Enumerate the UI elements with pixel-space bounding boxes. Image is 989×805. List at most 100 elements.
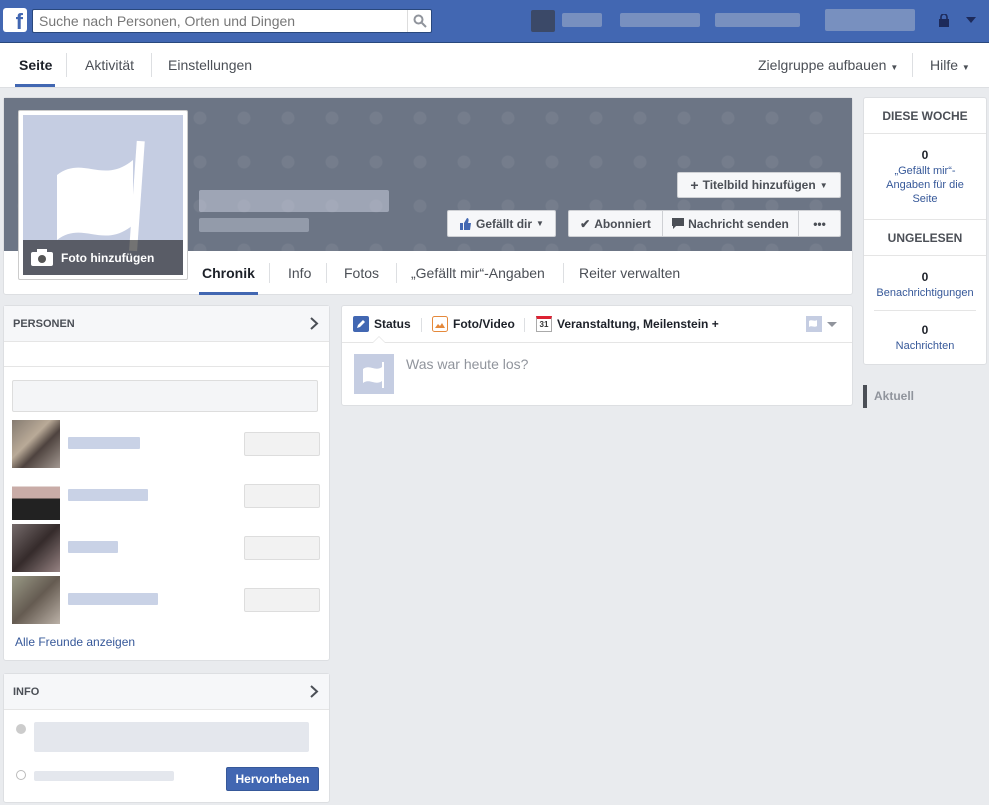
tab-gefaellt-mir[interactable]: „Gefällt mir“-Angaben — [411, 251, 545, 295]
friend-avatar-blurred[interactable] — [12, 576, 60, 624]
home-link-blurred[interactable] — [620, 13, 700, 27]
highlight-button[interactable]: Hervorheben — [226, 767, 319, 791]
search-icon — [413, 14, 427, 28]
account-menu-caret-icon[interactable] — [966, 17, 976, 23]
user-avatar-blurred[interactable] — [531, 10, 555, 32]
more-options-button[interactable]: ••• — [798, 210, 841, 237]
page-flag-icon — [806, 316, 822, 332]
notifications-label[interactable]: Benachrichtigungen — [864, 286, 986, 300]
see-all-friends-link[interactable]: Alle Freunde anzeigen — [15, 635, 135, 649]
friend-name-blurred[interactable] — [68, 541, 118, 553]
current-link[interactable]: Aktuell — [874, 389, 914, 403]
tab-divider — [524, 318, 525, 332]
nav-divider — [151, 53, 152, 77]
invite-button-blurred[interactable] — [244, 588, 320, 612]
privacy-lock-icon[interactable] — [938, 13, 952, 27]
invite-button-blurred[interactable] — [244, 484, 320, 508]
likes-label[interactable]: „Gefällt mir“-Angaben für die Seite — [864, 164, 986, 206]
invite-button-blurred[interactable] — [244, 536, 320, 560]
dropdown-caret-icon: ▼ — [819, 180, 828, 190]
tab-divider — [326, 263, 327, 283]
event-label: Veranstaltung, Meilenstein + — [557, 317, 719, 331]
invite-button-blurred[interactable] — [244, 432, 320, 456]
tab-divider — [396, 263, 397, 283]
status-tab-label: Status — [374, 317, 411, 331]
dropdown-caret-icon: ▼ — [890, 63, 899, 72]
friend-name-blurred[interactable] — [68, 489, 148, 501]
subscribed-button[interactable]: ✔ Abonniert — [568, 210, 663, 237]
camera-icon — [31, 249, 53, 266]
status-composer: Status Foto/Video 31 Veranstaltung, Meil… — [341, 305, 853, 406]
search-button[interactable] — [407, 10, 431, 32]
nav-tab-seite[interactable]: Seite — [19, 43, 52, 88]
page-selector-button[interactable] — [806, 316, 842, 332]
tab-chronik[interactable]: Chronik — [202, 251, 255, 295]
composer-input[interactable]: Was war heute los? — [406, 356, 836, 376]
check-icon: ✔ — [580, 216, 591, 231]
dropdown-caret-icon — [827, 321, 837, 327]
notification-icons-blurred[interactable] — [825, 9, 915, 31]
invite-friends-input-blurred[interactable] — [12, 380, 318, 412]
nav-divider — [912, 53, 913, 77]
add-cover-photo-button[interactable]: + Titelbild hinzufügen ▼ — [677, 172, 841, 198]
tab-reiter-verwalten[interactable]: Reiter verwalten — [579, 251, 680, 295]
photo-video-label: Foto/Video — [453, 317, 515, 331]
pencil-icon — [353, 316, 369, 332]
friend-name-blurred[interactable] — [68, 437, 140, 449]
nav-divider — [66, 53, 67, 77]
add-photo-overlay[interactable]: Foto hinzufügen — [23, 240, 183, 275]
messages-label[interactable]: Nachrichten — [864, 339, 986, 353]
info-title: INFO — [13, 686, 40, 698]
page-nav: Seite Aktivität Einstellungen Zielgruppe… — [0, 43, 989, 88]
chevron-right-icon — [310, 317, 319, 330]
thumbs-up-icon — [460, 218, 472, 230]
info-text-blurred — [34, 722, 309, 752]
composer-tab-photo-video[interactable]: Foto/Video — [432, 306, 515, 342]
nav-hilfe[interactable]: Hilfe ▼ — [930, 43, 970, 88]
friend-row — [12, 420, 322, 468]
dropdown-caret-icon: ▼ — [536, 219, 544, 228]
dropdown-caret-icon: ▼ — [961, 63, 970, 72]
user-name-blurred[interactable] — [562, 13, 602, 27]
nav-tab-aktivitaet[interactable]: Aktivität — [85, 43, 134, 88]
tab-fotos[interactable]: Fotos — [344, 251, 379, 295]
composer-page-avatar — [354, 354, 394, 394]
friend-avatar-blurred[interactable] — [12, 420, 60, 468]
send-message-label: Nachricht senden — [688, 216, 789, 231]
website-text-blurred — [34, 771, 174, 781]
people-card-header[interactable]: PERSONEN — [4, 306, 329, 342]
profile-picture[interactable]: Foto hinzufügen — [18, 110, 188, 280]
nav-tab-einstellungen[interactable]: Einstellungen — [168, 43, 252, 88]
friends-link-blurred[interactable] — [715, 13, 800, 27]
send-message-button[interactable]: Nachricht senden — [662, 210, 799, 237]
info-card: INFO Hervorheben — [3, 673, 330, 803]
notifications-count: 0 — [921, 270, 929, 284]
unread-header: UNGELESEN — [864, 220, 986, 256]
search-input[interactable] — [33, 10, 405, 32]
more-label: ••• — [813, 216, 826, 231]
tab-info[interactable]: Info — [288, 251, 311, 295]
tab-divider — [421, 318, 422, 332]
friend-avatar-blurred[interactable] — [12, 472, 60, 520]
friend-row — [12, 524, 322, 572]
nav-zielgruppe-label: Zielgruppe aufbauen — [758, 57, 887, 73]
card-divider — [4, 343, 329, 344]
facebook-logo[interactable]: f — [3, 8, 27, 32]
like-button[interactable]: Gefällt dir ▼ — [447, 210, 556, 237]
tab-divider — [563, 263, 564, 283]
composer-tab-event[interactable]: 31 Veranstaltung, Meilenstein + — [536, 306, 719, 342]
info-icon — [16, 724, 26, 734]
active-tab-caret-inner — [373, 337, 385, 343]
globe-icon — [16, 770, 26, 780]
nav-zielgruppe-aufbauen[interactable]: Zielgruppe aufbauen ▼ — [758, 43, 898, 88]
cover-section: Foto hinzufügen + Titelbild hinzufügen ▼… — [3, 97, 853, 295]
friend-row — [12, 576, 322, 624]
friend-avatar-blurred[interactable] — [12, 524, 60, 572]
profile-placeholder: Foto hinzufügen — [23, 115, 183, 275]
friend-name-blurred[interactable] — [68, 593, 158, 605]
info-card-header[interactable]: INFO — [4, 674, 329, 710]
people-title: PERSONEN — [13, 318, 75, 330]
tab-divider — [269, 263, 270, 283]
page-category-blurred — [199, 218, 309, 232]
friend-row — [12, 472, 322, 520]
